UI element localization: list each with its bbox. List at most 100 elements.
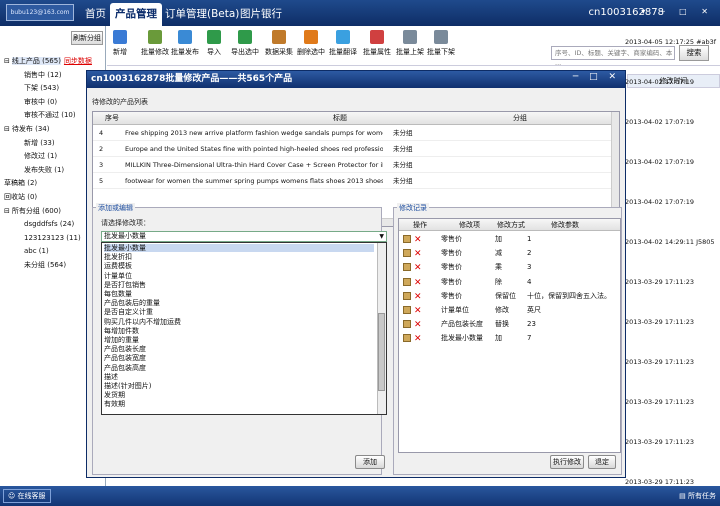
toolbar-import-button[interactable]: 导入 — [207, 30, 221, 57]
tree-item[interactable]: dsgddfsfs (24) — [24, 219, 74, 230]
toolbar-delete-button[interactable]: 删除选中 — [297, 30, 325, 57]
option-item[interactable]: 产品包装后的重量 — [104, 299, 160, 307]
edit-icon[interactable] — [403, 320, 411, 329]
delete-icon[interactable]: ✕ — [414, 276, 422, 290]
toolbar-button-label: 批量下架 — [427, 48, 455, 56]
toolbar-edit-button[interactable]: 批量修改 — [141, 30, 169, 57]
tree-item[interactable]: 新增 (33) — [24, 138, 55, 149]
tab-product-management[interactable]: 产品管理 — [110, 3, 162, 26]
delete-icon[interactable]: ✕ — [414, 247, 422, 261]
option-item[interactable]: 是否打包销售 — [104, 281, 146, 289]
table-row[interactable]: 5 footwear for women the summer spring pu… — [93, 174, 619, 189]
toolbar-translate-button[interactable]: 批量翻译 — [329, 30, 357, 57]
option-item[interactable]: 批发折扣 — [104, 253, 132, 261]
delete-icon[interactable]: ✕ — [414, 261, 422, 275]
tree-item[interactable]: 草稿箱 (2) — [4, 178, 37, 189]
option-item[interactable]: 增加的重量 — [104, 336, 139, 344]
toolbar-shelf-up-button[interactable]: 批量上架 — [396, 30, 424, 57]
option-item[interactable]: 运费模板 — [104, 262, 132, 270]
option-item[interactable]: 有效期 — [104, 400, 125, 408]
toolbar-attribute-button[interactable]: 批量属性 — [363, 30, 391, 57]
tree-item[interactable]: 发布失败 (1) — [24, 165, 64, 176]
tree-item[interactable]: 销售中 (12) — [24, 70, 62, 81]
dialog-controls-icon[interactable]: ─ □ ✕ — [573, 72, 620, 82]
collapse-icon[interactable]: ⊟ — [4, 207, 10, 215]
execute-changes-button[interactable]: 执行修改 — [550, 455, 584, 469]
table-row[interactable]: 2 Europe and the United States fine with … — [93, 142, 619, 157]
tree-item[interactable]: 审核不通过 (10) — [24, 110, 76, 121]
edit-icon[interactable] — [403, 291, 411, 300]
delete-icon[interactable]: ✕ — [414, 233, 422, 247]
collect-icon — [272, 30, 286, 44]
option-item[interactable]: 计量单位 — [104, 272, 132, 280]
refresh-groups-button[interactable]: 刷新分组 — [71, 31, 103, 45]
option-item[interactable]: 产品包装高度 — [104, 364, 146, 372]
toolbar-export-button[interactable]: 导出选中 — [231, 30, 259, 57]
publish-icon — [178, 30, 192, 44]
option-item[interactable]: 发货期 — [104, 391, 125, 399]
field-select[interactable]: 批发最小数量 ▼ — [101, 231, 387, 242]
option-item[interactable]: 购买几件以内不增加运费 — [104, 318, 181, 326]
search-input[interactable]: 序号、ID、标题、关键字、商家编码、本··· — [551, 46, 675, 69]
edit-icon[interactable] — [403, 263, 411, 272]
delete-icon[interactable]: ✕ — [414, 332, 422, 346]
option-item[interactable]: 批发最小数量 — [104, 244, 374, 252]
options-scrollbar[interactable] — [377, 243, 386, 414]
delete-icon[interactable]: ✕ — [414, 318, 422, 332]
chevron-down-icon[interactable]: ▼ — [379, 232, 384, 241]
tree-item[interactable]: 审核中 (0) — [24, 97, 57, 108]
options-scrollbar-thumb[interactable] — [378, 313, 385, 391]
tree-item[interactable]: 未分组 (564) — [24, 260, 66, 271]
online-support-button[interactable]: ☺ 在线客服 — [3, 489, 51, 503]
tree-item[interactable]: 修改过 (1) — [24, 151, 57, 162]
add-button[interactable]: 添加 — [355, 455, 385, 469]
close-button[interactable]: 退定 — [588, 455, 616, 469]
table-row: ✕ 计量单位 修改 英尺 — [399, 303, 620, 317]
translate-icon — [336, 30, 350, 44]
tree-item[interactable]: ⊟ 待发布 (34) — [4, 124, 49, 135]
tree-item[interactable]: 回收站 (0) — [4, 192, 37, 203]
table-row[interactable]: 3 MILLKIN Three-Dimensional Ultra-thin Ha… — [93, 158, 619, 173]
add-edit-section: 添加或编辑 请选择修改项： 批发最小数量 ▼ 批发最小数量 批发折扣 运费模板 计量单… — [92, 203, 387, 475]
option-item[interactable]: 每增加件数 — [104, 327, 139, 335]
collapse-icon[interactable]: ⊟ — [4, 57, 10, 65]
tab-home[interactable]: 首页 — [80, 3, 111, 26]
option-item[interactable]: 描述(针对图片) — [104, 382, 151, 390]
option-item[interactable]: 产品包装宽度 — [104, 354, 146, 362]
option-item[interactable]: 产品包装长度 — [104, 345, 146, 353]
delete-icon[interactable]: ✕ — [414, 290, 422, 304]
edit-icon[interactable] — [403, 235, 411, 243]
toolbar-publish-button[interactable]: 批量发布 — [171, 30, 199, 57]
table-row[interactable]: 4 Free shipping 2013 new arrive platform … — [93, 126, 619, 141]
tree-item-label: 新增 (33) — [24, 138, 55, 147]
tab-order-management[interactable]: 订单管理(Beta) — [160, 3, 244, 26]
edit-icon[interactable] — [403, 249, 411, 258]
option-item[interactable]: 描述 — [104, 373, 118, 381]
log-item-cell: 计量单位 — [441, 306, 469, 314]
tree-item[interactable]: abc (1) — [24, 246, 49, 257]
tree-item[interactable]: 123123123 (11) — [24, 233, 81, 244]
tree-item[interactable]: ⊟ 线上产品 (565) 同步数据 — [4, 56, 92, 67]
toolbar-collect-button[interactable]: 数据采集 — [265, 30, 293, 57]
option-item[interactable]: 每包数量 — [104, 290, 132, 298]
search-button[interactable]: 搜索 — [679, 45, 709, 61]
window-controls-icon[interactable]: ▾ ─ □ ✕ — [641, 7, 714, 16]
modified-time-cell: 2013-03-29 17:11:23 — [625, 318, 695, 326]
product-title-cell: Free shipping 2013 new arrive platform f… — [125, 129, 383, 137]
toolbar-shelf-down-button[interactable]: 批量下架 — [427, 30, 455, 57]
toolbar-file-add-button[interactable]: 新增 — [113, 30, 127, 57]
edit-icon[interactable] — [403, 277, 411, 286]
tree-item[interactable]: 下架 (543) — [24, 83, 59, 94]
collapse-icon[interactable]: ⊟ — [4, 125, 10, 133]
tab-image-bank[interactable]: 图片银行 — [235, 3, 287, 26]
option-item[interactable]: 是否自定义计重 — [104, 308, 153, 316]
all-tasks-button[interactable]: ▤ 所有任务 — [679, 489, 716, 503]
tree-item[interactable]: ⊟ 所有分组 (600) — [4, 206, 61, 217]
delete-icon[interactable]: ✕ — [414, 304, 422, 318]
col-param: 修改参数 — [551, 221, 579, 229]
log-method-cell: 加 — [495, 334, 502, 343]
sync-data-link[interactable]: 同步数据 — [64, 57, 92, 65]
toolbar-button-label: 删除选中 — [297, 48, 325, 56]
edit-icon[interactable] — [403, 306, 411, 314]
edit-icon[interactable] — [403, 334, 411, 343]
